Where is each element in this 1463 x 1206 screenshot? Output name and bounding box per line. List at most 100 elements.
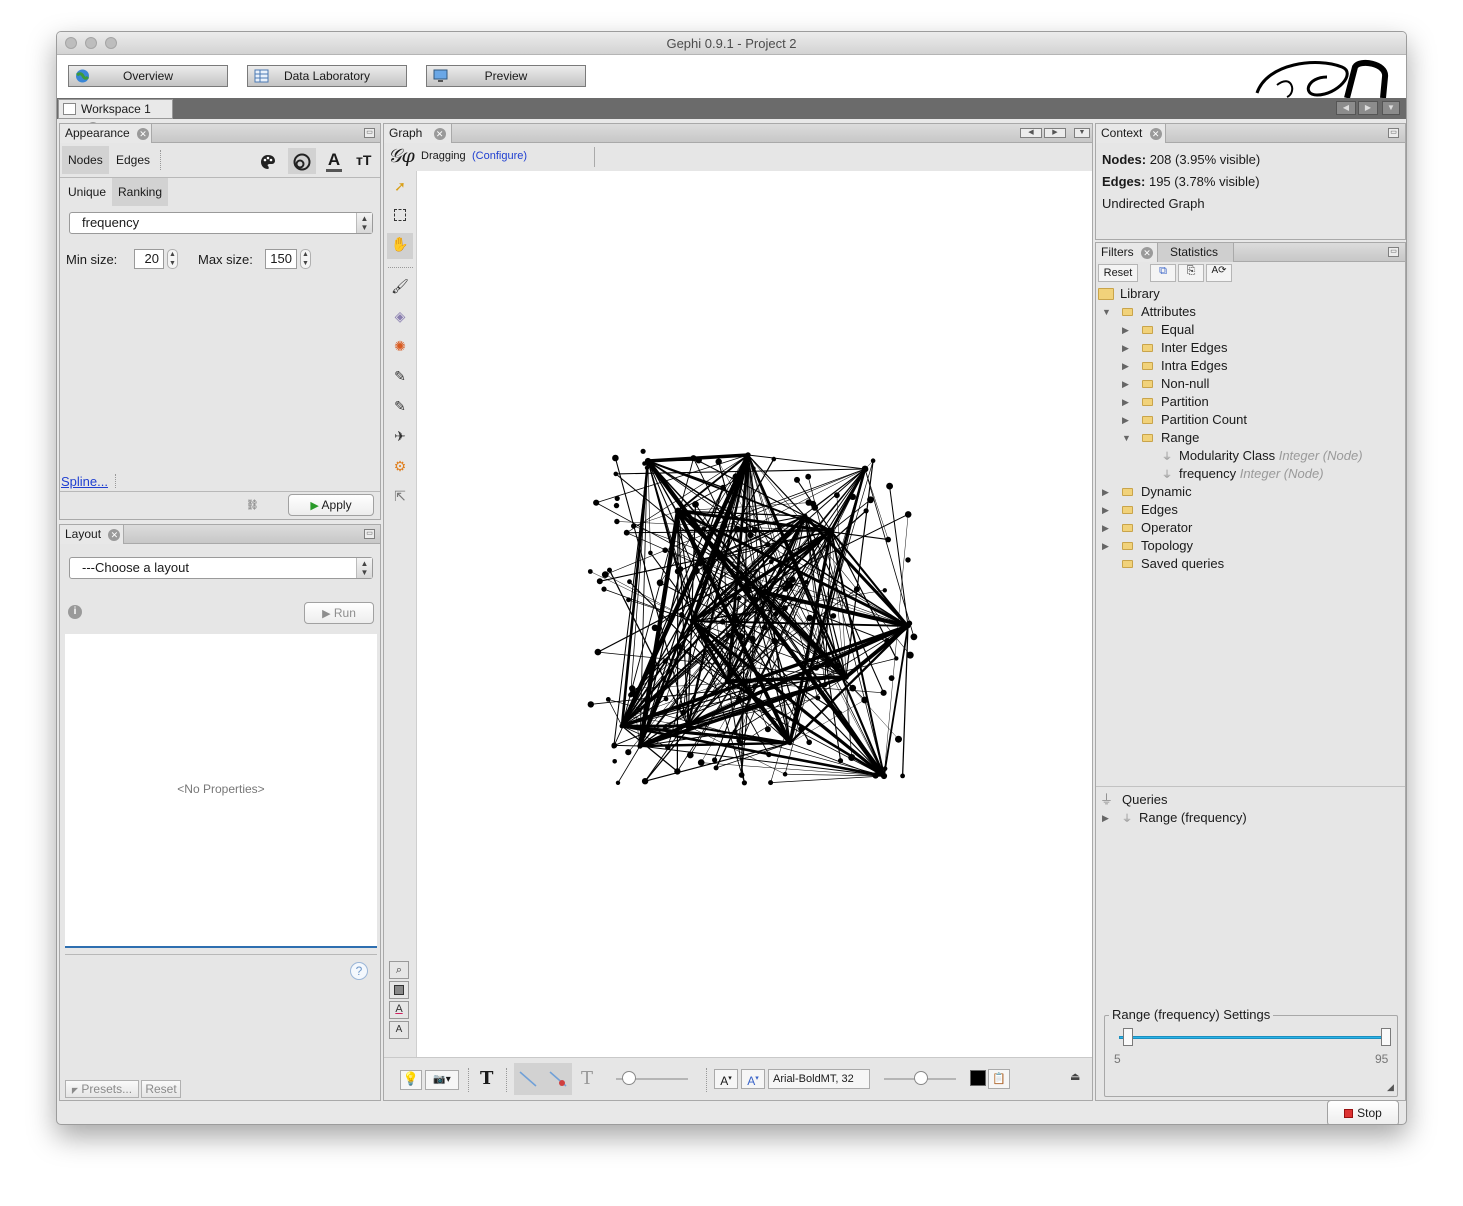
graph-node[interactable] [674,507,682,515]
info-icon[interactable]: i [68,605,82,619]
resize-corner-icon[interactable]: ◢ [1387,1082,1394,1093]
select-pointer-icon[interactable]: ➚ [389,175,411,197]
graph-node[interactable] [736,595,742,601]
font-size-icon[interactable]: A▾ [714,1069,738,1089]
rectangle-select-icon[interactable] [389,205,411,227]
gear-icon[interactable]: ⚙ [389,455,411,477]
graph-node[interactable] [751,466,756,471]
graph-node[interactable] [781,605,788,612]
label-color-swatch[interactable] [970,1070,986,1086]
background-color-icon[interactable] [389,981,409,999]
graph-node[interactable] [674,768,681,775]
graph-node[interactable] [830,613,837,619]
graph-node[interactable] [804,579,809,585]
graph-node[interactable] [677,644,684,651]
attributes-icon[interactable]: 📋 [988,1069,1010,1089]
tab-list-button[interactable]: ▼ [1382,101,1400,115]
graph-node[interactable] [692,501,699,508]
graph-node[interactable] [613,471,619,477]
graph-node[interactable] [607,567,612,573]
graph-node[interactable] [725,632,732,639]
font-selector[interactable]: Arial-BoldMT, 32 [768,1069,870,1089]
minimize-panel-button[interactable]: ▭ [1388,247,1399,257]
tab-context[interactable]: Context ✕ [1096,124,1166,143]
ranking-attribute-select[interactable]: frequency ▲ ▼ [69,212,373,234]
edge-scale-thumb[interactable] [622,1071,636,1085]
tab-layout[interactable]: Layout ✕ [60,525,124,544]
graph-node[interactable] [802,513,808,519]
tree-item-modularity-class[interactable]: ⏚ Modularity Class Integer (Node) [1162,447,1363,465]
tab-unique[interactable]: Unique [62,178,112,206]
tab-appearance[interactable]: Appearance ✕ [60,124,152,143]
graph-node[interactable] [640,448,646,454]
range-slider-max-handle[interactable] [1381,1028,1391,1046]
graph-node[interactable] [885,536,891,543]
graph-node[interactable] [765,541,771,548]
tree-item-attributes[interactable]: ▼ Attributes [1102,303,1196,321]
tree-item-library[interactable]: Library [1098,285,1160,303]
graph-node[interactable] [810,542,817,549]
graph-node[interactable] [782,771,788,777]
graph-node[interactable] [629,685,636,692]
presets-button[interactable]: ◤ Presets... [65,1080,139,1098]
eject-icon[interactable]: ⏏ [1070,1070,1080,1083]
graph-node[interactable] [731,613,738,621]
tree-item-range[interactable]: ▼ Range [1122,429,1199,447]
nodes-mode-button[interactable]: Nodes [62,146,109,174]
scroll-left-button[interactable]: ◀ [1020,128,1042,138]
tab-graph[interactable]: Graph ✕ [384,124,452,143]
spline-link[interactable]: Spline... [61,474,108,489]
graph-node[interactable] [849,493,856,500]
graph-node[interactable] [637,743,643,749]
workspace-tab[interactable]: Workspace 1 ✕ [58,99,173,134]
graph-node[interactable] [811,504,819,511]
graph-node[interactable] [753,596,759,603]
graph-node[interactable] [679,612,685,618]
label-scale-thumb[interactable] [914,1071,928,1085]
graph-node[interactable] [749,635,756,643]
graph-node[interactable] [601,571,609,578]
graph-node[interactable] [736,738,741,743]
data-laboratory-button[interactable]: Data Laboratory [247,65,407,87]
graph-node[interactable] [848,754,856,761]
graph-node[interactable] [904,511,912,518]
lightbulb-icon[interactable]: 💡 [400,1070,422,1090]
scroll-right-button[interactable]: ▶ [1358,101,1378,115]
graph-node[interactable] [627,579,632,585]
screenshot-button[interactable]: 📷▾ [425,1070,459,1090]
graph-node[interactable] [601,586,607,592]
graph-node[interactable] [905,557,911,563]
graph-node[interactable] [768,780,774,786]
diamond-icon[interactable]: ◈ [389,305,411,327]
layout-reset-button[interactable]: Reset [141,1080,181,1098]
max-size-stepper[interactable]: ▲ ▼ [300,249,311,269]
tree-item-non-null[interactable]: ▶ Non-null [1122,375,1209,393]
graph-node[interactable] [736,695,742,702]
graph-node[interactable] [637,707,642,713]
graph-node[interactable] [612,454,619,462]
edge-pencil-icon[interactable]: ✎ [389,395,411,417]
graph-node[interactable] [625,749,632,756]
tree-item-saved-queries[interactable]: Saved queries [1102,555,1224,573]
tab-filters[interactable]: Filters ✕ [1096,243,1158,262]
tab-ranking[interactable]: Ranking [112,178,169,206]
graph-node[interactable] [872,772,879,779]
graph-node[interactable] [815,695,821,701]
graph-node[interactable] [839,667,845,672]
graph-node[interactable] [614,495,620,501]
graph-node[interactable] [733,575,738,580]
tree-item-dynamic[interactable]: ▶ Dynamic [1102,483,1192,501]
graph-node[interactable] [719,619,726,625]
graph-node[interactable] [789,576,796,583]
graph-node[interactable] [687,751,694,759]
label-color-icon[interactable]: A [326,150,342,172]
graph-node[interactable] [884,638,891,645]
font-color-icon[interactable]: A▾ [741,1069,765,1089]
graph-node[interactable] [900,773,905,779]
close-icon[interactable]: ✕ [1141,246,1154,259]
graph-node[interactable] [695,457,702,464]
range-slider-min-handle[interactable] [1123,1028,1133,1046]
graph-node[interactable] [834,492,840,499]
graph-node[interactable] [631,523,637,529]
graph-node[interactable] [764,726,771,733]
